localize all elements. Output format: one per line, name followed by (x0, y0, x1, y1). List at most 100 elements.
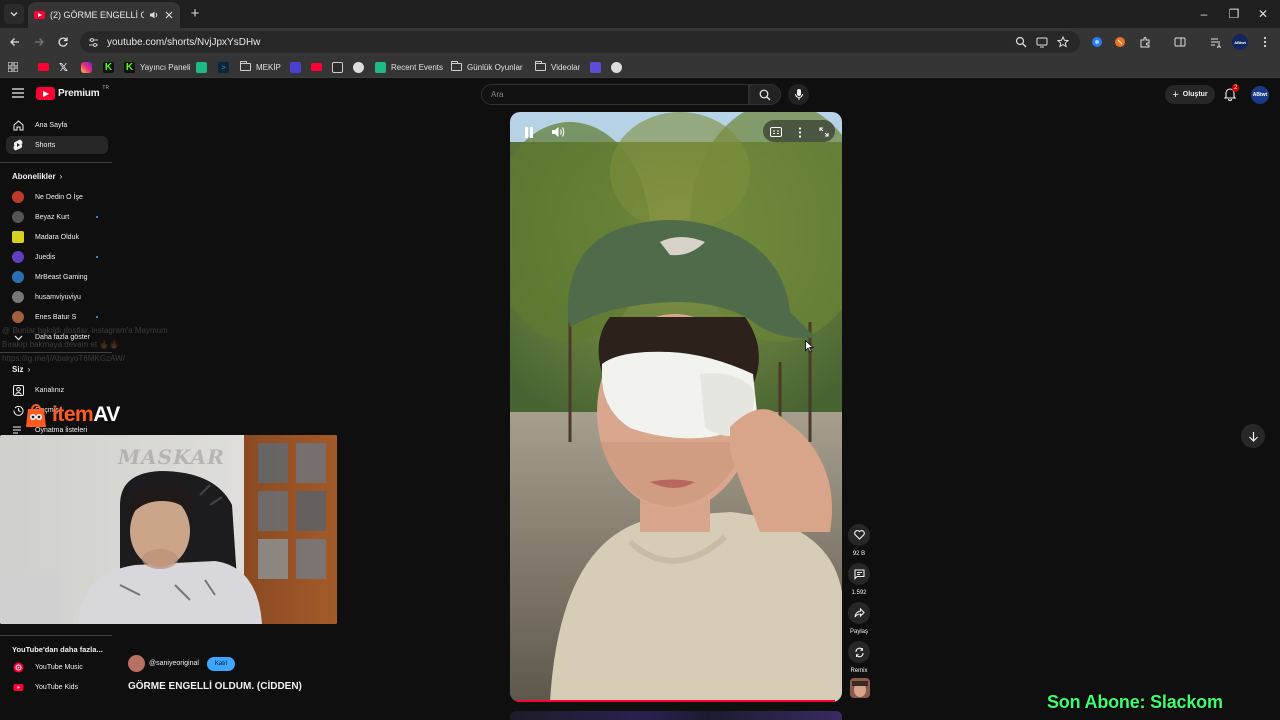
sidebar-channel-5[interactable]: husamviyuviyu (6, 288, 108, 306)
sidebar-channel-4[interactable]: MrBeast Gaming (6, 268, 108, 286)
bookmark-prime[interactable]: > (218, 60, 229, 74)
app-blue-icon (290, 61, 301, 73)
profile-avatar[interactable]: ABtwt (1231, 34, 1249, 50)
close-window-button[interactable]: ✕ (1255, 6, 1271, 22)
plus-icon: + (1172, 88, 1179, 101)
sidebar-channel-1[interactable]: Beyaz Kurt (6, 208, 108, 226)
arrow-down-icon (1248, 431, 1258, 442)
bookmark-youtube[interactable] (38, 60, 49, 74)
comment-icon (853, 568, 865, 580)
new-content-dot (96, 316, 98, 318)
image-icon (332, 61, 343, 73)
speaker-icon[interactable] (149, 10, 159, 20)
browser-menu-icon[interactable] (1257, 34, 1273, 50)
forward-button[interactable] (31, 34, 47, 50)
extension-blue-icon[interactable] (1089, 34, 1105, 50)
close-tab-icon[interactable] (164, 10, 174, 20)
sidebar-channel-2[interactable]: Madara Olduk (6, 228, 108, 246)
channel-avatar (12, 291, 24, 303)
you-header[interactable]: Siz › (12, 365, 30, 374)
bookmark-chatgpt[interactable] (353, 60, 364, 74)
sidebar-channel-6[interactable]: Enes Batur S (6, 308, 108, 326)
subscriptions-header[interactable]: Abonelikler › (12, 172, 62, 181)
bookmark-videolar[interactable]: Videolar (535, 60, 580, 74)
sidebar-item-youtube-kids[interactable]: YouTube Kids (6, 678, 108, 696)
bookmark-purple[interactable] (590, 60, 601, 74)
fullscreen-button[interactable] (814, 122, 834, 142)
channel-name: Ne Dedin O İşe (35, 193, 83, 201)
more-options-button[interactable] (790, 122, 810, 142)
minimize-button[interactable]: – (1196, 6, 1212, 22)
share-action[interactable]: Paylaş (848, 602, 870, 635)
side-panel-icon[interactable] (1172, 34, 1188, 50)
bookmark-star-icon[interactable] (1055, 34, 1071, 50)
comment-button[interactable] (848, 563, 870, 585)
bookmark-instagram[interactable] (81, 60, 92, 74)
youtube-premium-logo[interactable]: Premium TR (36, 85, 109, 100)
channel-avatar[interactable] (128, 655, 145, 672)
pause-button[interactable] (519, 122, 539, 142)
media-controls-icon[interactable] (1208, 34, 1224, 50)
back-button[interactable] (7, 34, 23, 50)
cast-icon[interactable] (1034, 34, 1050, 50)
volume-button[interactable] (548, 122, 568, 142)
instagram-icon (81, 61, 92, 73)
omnibox[interactable]: youtube.com/shorts/NvjJpxYsDHw (80, 31, 1080, 53)
search-input[interactable]: Ara (481, 84, 749, 105)
restore-button[interactable]: ❐ (1226, 6, 1242, 22)
sidebar-item-home[interactable]: Ana Sayfa (6, 116, 108, 134)
share-button[interactable] (848, 602, 870, 624)
next-short-preview[interactable] (510, 711, 842, 720)
like-action[interactable]: 92 B (848, 524, 870, 557)
bookmark-gunluk-oyunlar[interactable]: Günlük Oyunlar (451, 60, 523, 74)
bookmark-kick[interactable]: K (103, 60, 114, 74)
notifications-button[interactable]: 2 (1223, 84, 1240, 103)
hamburger-menu-icon[interactable] (12, 88, 24, 98)
remix-button[interactable] (848, 641, 870, 663)
bookmark-discord[interactable] (290, 60, 301, 74)
remix-action[interactable]: Remix (848, 641, 870, 674)
channel-name: Beyaz Kurt (35, 213, 70, 221)
sidebar-item-youtube-music[interactable]: YouTube Music (6, 658, 108, 676)
itemav-brand-logo: itemAV (22, 401, 120, 429)
site-info-icon[interactable] (88, 37, 99, 48)
create-button[interactable]: + Oluştur (1165, 85, 1215, 104)
overlay-ghost-text: Bırakıp bakmaya devam et 🔥🔥 (2, 340, 120, 349)
bookmarks-bar: 𝕏 K K Yayıncı Paneli > MEKİP Recent Event… (0, 56, 1280, 78)
new-content-dot (96, 256, 98, 258)
extension-orange-icon[interactable] (1112, 34, 1128, 50)
apps-grid-icon[interactable] (8, 60, 18, 74)
sidebar-item-your-channel[interactable]: Kanalınız (6, 381, 108, 399)
account-avatar[interactable]: ABtwt (1251, 86, 1269, 104)
browser-tab-active[interactable]: (2) GÖRME ENGELLİ OLDUM (28, 2, 180, 28)
you-label: Siz (12, 365, 24, 374)
bookmark-image[interactable] (332, 60, 343, 74)
video-progress-bar[interactable] (510, 700, 842, 702)
bookmark-recent-events[interactable]: Recent Events (375, 60, 443, 74)
bookmark-x[interactable]: 𝕏 (59, 60, 68, 74)
bookmark-youtube-2[interactable] (311, 60, 322, 74)
comment-action[interactable]: 1.592 (848, 563, 870, 596)
shorts-player[interactable] (510, 112, 842, 702)
bookmark-chatgpt-2[interactable] (611, 60, 622, 74)
new-tab-button[interactable]: + (186, 5, 204, 23)
like-button[interactable] (848, 524, 870, 546)
voice-search-button[interactable] (788, 84, 809, 105)
reload-button[interactable] (55, 34, 71, 50)
bookmark-app-green[interactable] (196, 60, 207, 74)
next-short-button[interactable] (1241, 424, 1265, 448)
channel-handle[interactable]: @saniyeoriginal (149, 660, 199, 667)
overlay-ghost-text: https://ig.me/j/AbakyoT6MKGzAW/ (2, 354, 125, 363)
captions-button[interactable] (766, 122, 786, 142)
sidebar-channel-3[interactable]: Juedis (6, 248, 108, 266)
zoom-icon[interactable] (1013, 34, 1029, 50)
sound-thumbnail[interactable] (850, 678, 870, 698)
bookmark-yayinci-paneli[interactable]: K Yayıncı Paneli (124, 60, 191, 74)
bookmark-mekip[interactable]: MEKİP (240, 60, 281, 74)
search-button[interactable] (749, 84, 781, 105)
join-button[interactable]: Katıl (206, 656, 235, 671)
sidebar-channel-0[interactable]: Ne Dedin O İşe (6, 188, 108, 206)
tab-search-button[interactable] (4, 4, 24, 24)
sidebar-item-shorts[interactable]: Shorts (6, 136, 108, 154)
extensions-puzzle-icon[interactable] (1137, 34, 1153, 50)
